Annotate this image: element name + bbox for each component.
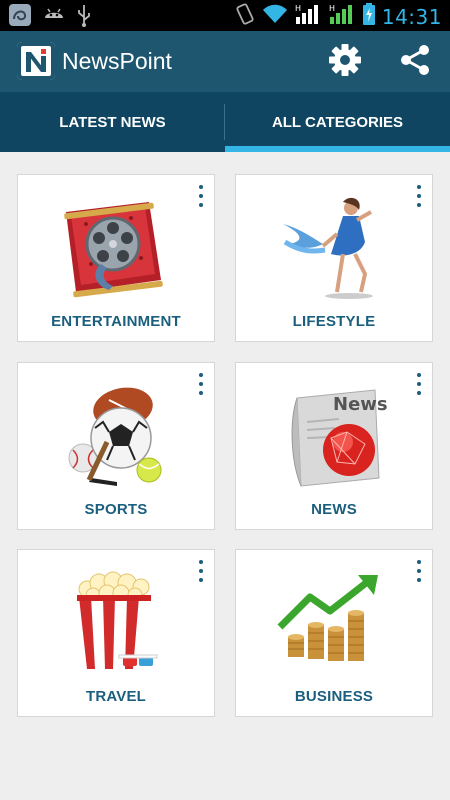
signal-2-icon: H <box>328 2 356 31</box>
app-bar: NewsPoint <box>0 31 450 92</box>
tab-latest-news[interactable]: LATEST NEWS <box>0 92 225 152</box>
category-label: TRAVEL <box>85 688 147 705</box>
app-title: NewsPoint <box>62 48 172 74</box>
clock: 14:31 <box>381 4 442 29</box>
category-card-entertainment[interactable]: ENTERTAINMENT <box>17 174 215 342</box>
settings-button[interactable] <box>327 43 363 82</box>
share-button[interactable] <box>397 44 433 80</box>
category-label: NEWS <box>311 501 357 518</box>
tab-all-categories[interactable]: ALL CATEGORIES <box>225 92 450 152</box>
category-card-news[interactable]: News NEWS <box>235 362 433 530</box>
tab-label: LATEST NEWS <box>59 113 166 131</box>
category-label: LIFESTYLE <box>292 313 376 330</box>
wifi-icon <box>262 3 288 30</box>
status-bar: H H 14:31 <box>0 0 450 31</box>
category-label: BUSINESS <box>294 688 374 705</box>
dancer-icon <box>236 193 432 305</box>
vibrate-icon <box>234 2 256 31</box>
android-debug-icon <box>42 4 66 31</box>
tab-label: ALL CATEGORIES <box>271 113 404 131</box>
news-art-text: News <box>333 394 388 415</box>
tab-selected-indicator <box>225 146 450 152</box>
tab-divider <box>224 104 225 140</box>
newspoint-logo[interactable] <box>17 42 55 80</box>
popcorn-icon <box>18 568 214 680</box>
category-card-business[interactable]: BUSINESS <box>235 549 433 717</box>
svg-text:H: H <box>329 4 335 13</box>
tab-bar: LATEST NEWS ALL CATEGORIES <box>0 92 450 152</box>
category-label: SPORTS <box>84 501 148 518</box>
svg-text:H: H <box>295 4 301 13</box>
signal-icon: H <box>294 2 322 31</box>
film-reel-icon <box>18 193 214 305</box>
sports-balls-icon <box>18 381 214 493</box>
category-card-lifestyle[interactable]: LIFESTYLE <box>235 174 433 342</box>
newspaper-globe-icon: News <box>236 381 432 493</box>
share-icon <box>398 43 432 82</box>
coins-growth-icon <box>236 568 432 680</box>
battery-charging-icon <box>362 2 376 31</box>
usb-icon <box>76 3 92 32</box>
category-label: ENTERTAINMENT <box>51 313 181 330</box>
settings-icon <box>328 43 362 82</box>
app-notification-icon <box>8 3 32 32</box>
category-card-sports[interactable]: SPORTS <box>17 362 215 530</box>
category-card-travel[interactable]: TRAVEL <box>17 549 215 717</box>
